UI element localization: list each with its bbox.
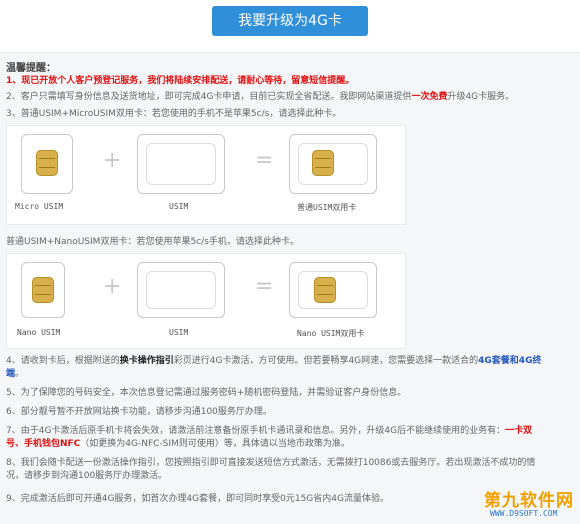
dual-nano-card bbox=[289, 262, 377, 318]
tip-1-text: 现已开放个人客户预登记服务，我们将陆续安排配送，请耐心等待，留意短信提醒。 bbox=[21, 76, 355, 86]
usim-caption: USIM bbox=[169, 202, 189, 211]
sim-diagram-micro: Micro USIM + USIM = 普通USIM双用卡 bbox=[6, 125, 406, 225]
tip-5: 5、为了保障您的号码安全，本次信息登记需通过服务密码+随机密码登陆，并需验证客户… bbox=[6, 388, 407, 398]
tip-7-text-b: （如更换为4G-NFC-SIM则可使用）等，具体请以当地市政策为准。 bbox=[80, 439, 350, 449]
site-logo-name: 第九软件网 bbox=[484, 491, 574, 511]
tip-3: 3、普通USIM+MicroUSIM双用卡：若您使用的手机不是苹果5c/s，请选… bbox=[6, 109, 342, 119]
plus-icon: + bbox=[103, 274, 122, 299]
tip-4: 4、请收到卡后，根据附送的换卡操作指引彩页进行4G卡激活，方可使用。但若要畅享4… bbox=[6, 355, 541, 367]
tip-4-plan-link-cont[interactable]: 端 bbox=[6, 369, 15, 379]
tip-2: 2、客户只需填写身份信息及送货地址，即可完成4G卡申请，目前已实现全省配送。我即… bbox=[6, 91, 514, 103]
tip-6: 6、部分靓号暂不开放网站换卡功能，请移步沟通100服务厅办理。 bbox=[6, 407, 272, 417]
dual-usim-caption: 普通USIM双用卡 bbox=[297, 203, 357, 212]
tip-4-end: 。 bbox=[15, 369, 25, 379]
sim-chip-icon bbox=[312, 150, 334, 176]
sim-chip-icon bbox=[314, 277, 336, 303]
sim-diagram-nano: Nano USIM + USIM = Nano USIM双用卡 bbox=[6, 253, 406, 349]
tip-1: 1、现已开放个人客户预登记服务，我们将陆续安排配送，请耐心等待，留意短信提醒。 bbox=[6, 75, 354, 87]
upgrade-4g-button[interactable]: 我要升级为4G卡 bbox=[212, 6, 368, 36]
tip-4-plan-link[interactable]: 4G套餐和4G终 bbox=[478, 356, 541, 366]
tip-8: 8、我们会随卡配送一份激活操作指引，您按照指引即可直接发送短信方式激活，无需拨打… bbox=[6, 458, 536, 468]
equals-icon: = bbox=[255, 274, 274, 299]
dual-usim-card bbox=[289, 134, 377, 194]
tip-7-red-a: 一卡双 bbox=[505, 426, 533, 436]
usim-caption: USIM bbox=[169, 328, 189, 337]
tip-7-text-a: 7、由于4G卡激活后原手机卡将会失效，请激活前注意备份原手机卡通讯录和信息。另外… bbox=[6, 426, 506, 436]
tip-4-text-b: 彩页进行4G卡激活，方可使用。但若要畅享4G网速，您需要选择一款适合的 bbox=[173, 356, 479, 366]
tip-4-cont: 端。 bbox=[6, 368, 24, 380]
usim-inner-outline bbox=[146, 271, 216, 309]
sim-chip-icon bbox=[32, 277, 54, 303]
plus-icon: + bbox=[103, 148, 122, 173]
site-logo: 第九软件网 WWW.D9SOFT.COM bbox=[482, 484, 580, 524]
dual-nano-caption: Nano USIM双用卡 bbox=[297, 329, 365, 338]
tip-2-free: 一次免费 bbox=[411, 92, 448, 102]
usim-inner-outline bbox=[146, 143, 216, 185]
usim-card bbox=[137, 134, 225, 194]
sim-chip-icon bbox=[36, 150, 58, 176]
micro-usim-card bbox=[21, 134, 73, 194]
tip-7: 7、由于4G卡激活后原手机卡将会失效，请激活前注意备份原手机卡通讯录和信息。另外… bbox=[6, 425, 532, 437]
tip-1-number: 1、 bbox=[6, 76, 22, 86]
tips-panel: 温馨提醒： 1、现已开放个人客户预登记服务，我们将陆续安排配送，请耐心等待，留意… bbox=[0, 52, 580, 524]
tip-7-red-b: 号、手机钱包NFC bbox=[6, 439, 81, 449]
usim-card bbox=[137, 262, 225, 318]
site-logo-url: WWW.D9SOFT.COM bbox=[490, 509, 558, 518]
tip-4-text-a: 4、请收到卡后，根据附送的 bbox=[6, 356, 120, 366]
tips-title: 温馨提醒： bbox=[6, 63, 56, 74]
nano-usim-caption: Nano USIM bbox=[17, 328, 61, 337]
tip-2-text-b: 升级4G卡服务。 bbox=[447, 92, 515, 102]
tip-2-text-a: 2、客户只需填写身份信息及送货地址，即可完成4G卡申请，目前已实现全省配送。我即… bbox=[6, 92, 412, 102]
equals-icon: = bbox=[255, 148, 274, 173]
tip-3b: 普通USIM+NanoUSIM双用卡：若您使用苹果5c/s手机，请选择此种卡。 bbox=[6, 237, 299, 247]
nano-usim-card bbox=[21, 262, 65, 318]
tip-7-cont: 号、手机钱包NFC（如更换为4G-NFC-SIM则可使用）等，具体请以当地市政策… bbox=[6, 438, 350, 450]
tip-8-cont: 况，请移步到沟通100服务厅办理激活。 bbox=[6, 471, 168, 481]
micro-usim-caption: Micro USIM bbox=[15, 202, 64, 211]
tip-9: 9、完成激活后即可开通4G服务，如首次办理4G套餐，即可同时享受0元15G省内4… bbox=[6, 494, 389, 504]
tip-4-guide: 换卡操作指引 bbox=[119, 356, 174, 366]
